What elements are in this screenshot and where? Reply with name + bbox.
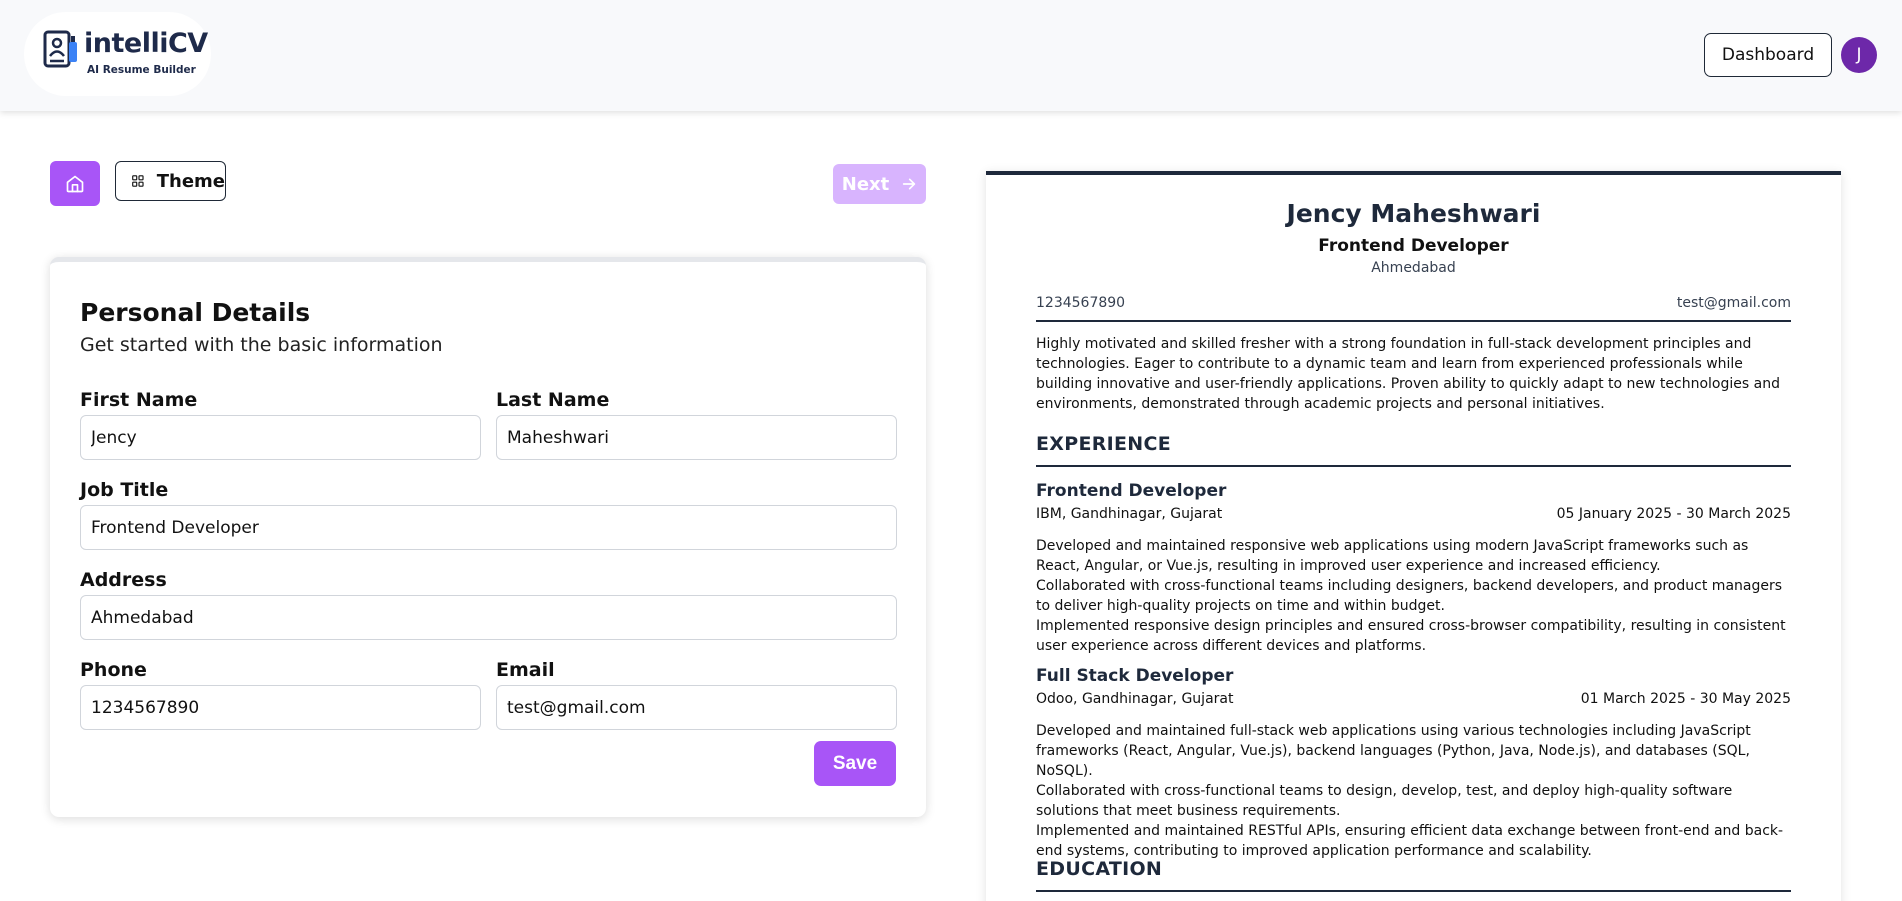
resume-address: Ahmedabad: [1371, 260, 1456, 276]
experience-company: IBM, Gandhinagar, Gujarat: [1036, 506, 1223, 522]
next-label: Next: [841, 173, 890, 195]
personal-details-card: Personal Details Get started with the ba…: [50, 257, 926, 817]
phone-input[interactable]: [80, 685, 481, 730]
email-label: Email: [496, 659, 555, 681]
resume-job-title: Frontend Developer: [1318, 236, 1509, 256]
experience-company: Odoo, Gandhinagar, Gujarat: [1036, 691, 1234, 707]
form-title: Personal Details: [80, 298, 311, 327]
app-header: intelliCV AI Resume Builder Dashboard J: [0, 0, 1902, 111]
save-button[interactable]: Save: [814, 741, 896, 786]
education-divider: [1036, 890, 1791, 892]
logo-name: intelliCV: [84, 28, 208, 59]
dashboard-button[interactable]: Dashboard: [1704, 33, 1832, 77]
last-name-label: Last Name: [496, 389, 610, 411]
resume-summary: Highly motivated and skilled fresher wit…: [1036, 336, 1780, 412]
arrow-right-icon: [903, 178, 916, 190]
phone-label: Phone: [80, 659, 147, 681]
address-label: Address: [80, 569, 167, 591]
experience-heading: EXPERIENCE: [1036, 433, 1172, 455]
contact-divider: [1036, 320, 1791, 322]
experience-description: Developed and maintained full-stack web …: [1036, 723, 1784, 859]
experience-position: Full Stack Developer: [1036, 666, 1234, 686]
resume-phone: 1234567890: [1036, 295, 1126, 311]
theme-label: Theme: [156, 170, 225, 192]
home-button[interactable]: [50, 161, 100, 206]
resume-logo-icon: [43, 30, 77, 68]
experience-dates: 01 March 2025 - 30 May 2025: [1580, 691, 1791, 707]
education-heading: EDUCATION: [1036, 858, 1163, 880]
resume-name: Jency Maheshwari: [1286, 199, 1541, 228]
logo[interactable]: intelliCV AI Resume Builder: [24, 12, 211, 96]
experience-divider: [1036, 465, 1791, 467]
logo-tagline: AI Resume Builder: [87, 64, 196, 76]
avatar[interactable]: J: [1841, 37, 1877, 73]
experience-position: Frontend Developer: [1036, 481, 1227, 501]
next-button[interactable]: Next: [833, 164, 926, 204]
experience-description: Developed and maintained responsive web …: [1036, 538, 1786, 654]
resume-preview: Jency Maheshwari Frontend Developer Ahme…: [986, 171, 1841, 901]
resume-email: test@gmail.com: [1676, 295, 1791, 311]
email-input[interactable]: [496, 685, 897, 730]
first-name-input[interactable]: [80, 415, 481, 460]
form-subtitle: Get started with the basic information: [80, 334, 443, 356]
first-name-label: First Name: [80, 389, 198, 411]
last-name-input[interactable]: [496, 415, 897, 460]
home-icon: [66, 175, 84, 192]
job-title-input[interactable]: [80, 505, 897, 550]
address-input[interactable]: [80, 595, 897, 640]
job-title-label: Job Title: [80, 479, 169, 501]
theme-button[interactable]: Theme: [115, 161, 226, 201]
grid-icon: [132, 175, 144, 187]
experience-dates: 05 January 2025 - 30 March 2025: [1556, 506, 1791, 522]
